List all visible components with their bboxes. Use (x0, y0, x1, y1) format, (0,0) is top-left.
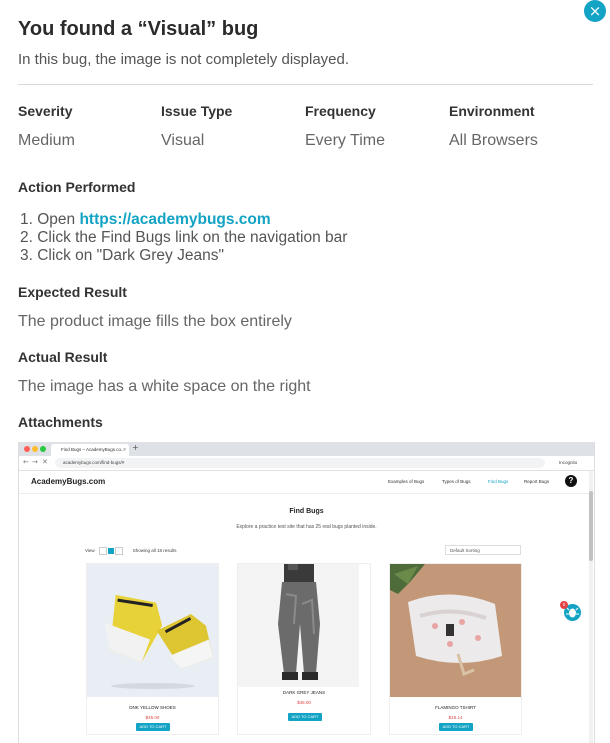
product-image (390, 564, 521, 697)
severity-value: Medium (18, 132, 75, 149)
product-card: DNK YELLOW SHOES $45.00 ADD TO CART (86, 563, 219, 735)
url-field: academybugs.com/find-bugs/# (55, 458, 545, 468)
close-button[interactable]: × (584, 0, 606, 22)
dark-grey-jeans-image (278, 562, 320, 680)
product-price: $19.14 (448, 715, 463, 720)
nav-examples-of-bugs: Examples of Bugs (388, 479, 425, 484)
add-to-cart-button: ADD TO CART (439, 723, 473, 731)
product-name: DARK GREY JEANS (282, 690, 326, 695)
page-scrollbar (589, 471, 593, 743)
forward-icon: → (32, 458, 38, 466)
help-icon: ? (565, 475, 577, 487)
site-header: AcademyBugs.com Examples of Bugs Types o… (19, 471, 594, 494)
incognito-label: Incognito (559, 460, 578, 465)
new-tab-icon: + (132, 443, 139, 452)
issue-type-value: Visual (161, 132, 205, 149)
frequency-label: Frequency (305, 103, 376, 119)
step-2: 2. Click the Find Bugs link on the navig… (20, 229, 348, 246)
actual-result-text: The image has a white space on the right (18, 378, 311, 395)
expected-result-text: The product image fills the box entirely (18, 313, 292, 330)
yellow-shoes-image (104, 594, 214, 689)
modal-title: You found a “Visual” bug (18, 18, 259, 40)
scroll-thumb (589, 491, 593, 561)
back-icon: ← (23, 458, 29, 466)
environment-value: All Browsers (449, 132, 538, 149)
product-image (87, 564, 218, 697)
nav-types-of-bugs: Types of Bugs (442, 479, 471, 484)
frequency-value: Every Time (305, 132, 386, 149)
product-name: FLAMINGO TSHIRT (435, 705, 476, 710)
product-image (238, 562, 359, 687)
severity-label: Severity (18, 103, 73, 119)
list-view-icon (98, 547, 107, 555)
browser-tab-bar: Find Bugs – AcademyBugs.co... × + (19, 442, 594, 456)
site-page-subheading: Explore a practice test site that has 25… (236, 524, 377, 530)
add-to-cart-button: ADD TO CART (288, 713, 322, 721)
product-card: DARK GREY JEANS $48.00 ADD TO CART (237, 562, 371, 735)
issue-type-label: Issue Type (161, 103, 233, 119)
actual-result-label: Actual Result (18, 349, 108, 365)
add-to-cart-button: ADD TO CART (136, 723, 170, 731)
site-logo: AcademyBugs.com (31, 477, 106, 486)
grid-view-icon (108, 548, 115, 554)
expected-result-label: Expected Result (18, 284, 127, 300)
browser-address-bar: ← → ✕ academybugs.com/find-bugs/# Incogn… (19, 456, 594, 471)
action-performed-label: Action Performed (18, 179, 136, 195)
window-close-dot (24, 446, 30, 452)
window-maximize-dot (40, 446, 46, 452)
attachments-label: Attachments (18, 414, 103, 430)
product-price: $48.00 (297, 700, 311, 705)
product-price: $45.00 (145, 715, 160, 720)
sorting-select: Default Sorting (445, 545, 521, 555)
bug-found-modal: × You found a “Visual” bug In this bug, … (0, 0, 610, 743)
close-icon: × (588, 2, 602, 20)
nav-report-bugs: Report Bugs (524, 479, 550, 484)
product-name: DNK YELLOW SHOES (129, 705, 176, 710)
academybugs-link[interactable]: https://academybugs.com (79, 211, 270, 228)
bug-count-badge: 0 (560, 601, 568, 609)
product-card: FLAMINGO TSHIRT $19.14 ADD TO CART (389, 563, 522, 735)
environment-label: Environment (449, 103, 535, 119)
nav-find-bugs: Find Bugs (488, 479, 509, 484)
divider (18, 84, 593, 85)
step-1: 1. Open https://academybugs.com (20, 211, 271, 228)
browser-tab: Find Bugs – AcademyBugs.co... × (51, 444, 129, 456)
view-controls: View Showing all 18 results (85, 547, 177, 555)
window-minimize-dot (32, 446, 38, 452)
modal-subtitle: In this bug, the image is not completely… (18, 51, 350, 68)
flamingo-tshirt-image (390, 564, 502, 677)
stop-icon: ✕ (42, 458, 48, 466)
step-3: 3. Click on "Dark Grey Jeans" (20, 247, 224, 264)
tab-close-icon: × (123, 447, 126, 453)
attachment-screenshot[interactable]: Find Bugs – AcademyBugs.co... × + ← → ✕ … (18, 442, 595, 743)
compact-view-icon (115, 547, 124, 555)
steps-list: 1. Open https://academybugs.com 2. Click… (20, 211, 347, 265)
site-page-heading: Find Bugs (289, 508, 324, 515)
